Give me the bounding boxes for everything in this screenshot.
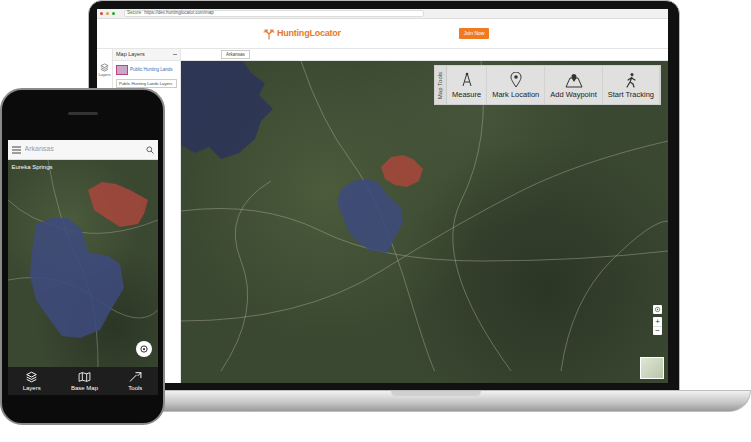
layers-icon bbox=[100, 63, 109, 72]
tab-label: Layers bbox=[23, 385, 41, 391]
browser-bar: Secure https://dev.huntinglocator.com/ma… bbox=[97, 9, 668, 19]
tools-icon bbox=[129, 371, 142, 383]
map-canvas bbox=[8, 160, 158, 367]
app-header: HuntingLocator Join Now bbox=[97, 19, 668, 49]
rail-item[interactable]: Layers bbox=[98, 63, 110, 77]
laptop: Secure https://dev.huntinglocator.com/ma… bbox=[88, 0, 680, 392]
zoom-control: +− bbox=[653, 317, 662, 335]
search-box[interactable]: Arkansas bbox=[221, 50, 250, 59]
map-canvas bbox=[181, 61, 668, 371]
search-value: Arkansas bbox=[226, 52, 245, 57]
dropdown-value: Public Hunting Lands Layers bbox=[119, 81, 172, 86]
phone-search-input[interactable] bbox=[25, 144, 142, 155]
zoom-out-button[interactable]: − bbox=[653, 326, 662, 335]
target-icon bbox=[139, 344, 149, 354]
map-top-strip: Arkansas bbox=[181, 49, 668, 61]
tool-button[interactable]: Add Waypoint bbox=[545, 66, 602, 104]
logo[interactable]: HuntingLocator bbox=[263, 27, 341, 41]
antler-icon bbox=[263, 28, 275, 40]
walker-icon bbox=[623, 72, 639, 88]
panel-header: Map Layers bbox=[113, 49, 180, 61]
address-bar[interactable]: Secure https://dev.huntinglocator.com/ma… bbox=[124, 10, 424, 17]
zoom-in-button[interactable]: + bbox=[653, 317, 662, 326]
map-area[interactable] bbox=[337, 179, 403, 253]
panel-title: Map Layers bbox=[116, 50, 145, 58]
phone-screen: Eureka Springs Layers Base Map Tools bbox=[8, 140, 158, 395]
map-icon bbox=[78, 371, 91, 383]
pin-icon bbox=[510, 72, 522, 88]
hamburger-icon[interactable] bbox=[12, 146, 21, 154]
url: https://dev.huntinglocator.com/map bbox=[144, 11, 213, 16]
target-icon bbox=[654, 306, 661, 313]
logo-text: HuntingLocator bbox=[277, 27, 341, 41]
waypoint-icon bbox=[565, 72, 583, 88]
locate-button[interactable] bbox=[136, 341, 152, 357]
search-icon[interactable] bbox=[146, 146, 154, 154]
rail-label: Layers bbox=[98, 73, 110, 77]
phone-tab[interactable]: Base Map bbox=[71, 371, 98, 391]
map-tools-title: Map Tools bbox=[436, 71, 445, 98]
layer-thumbnail bbox=[116, 65, 128, 75]
locate-button[interactable] bbox=[653, 305, 662, 314]
map-label: Eureka Springs bbox=[12, 163, 53, 172]
phone-tab[interactable]: Layers bbox=[23, 371, 41, 391]
laptop-screen: Secure https://dev.huntinglocator.com/ma… bbox=[97, 9, 668, 383]
phone: Eureka Springs Layers Base Map Tools bbox=[0, 88, 165, 425]
tool-label: Start Tracking bbox=[608, 91, 654, 99]
tool-label: Add Waypoint bbox=[550, 91, 596, 99]
laptop-base bbox=[120, 390, 751, 412]
basemap-thumbnail[interactable] bbox=[640, 357, 664, 379]
secure-label: Secure bbox=[127, 11, 141, 16]
map[interactable]: Map Tools Measure Mark Location Add Waypoi… bbox=[181, 61, 668, 383]
tool-label: Mark Location bbox=[492, 91, 539, 99]
map-area[interactable] bbox=[30, 218, 124, 338]
map-area[interactable] bbox=[88, 182, 148, 227]
map-area[interactable] bbox=[381, 155, 423, 187]
tab-label: Tools bbox=[128, 385, 142, 391]
tool-label: Measure bbox=[452, 91, 481, 99]
layer-dropdown[interactable]: Public Hunting Lands Layers bbox=[116, 79, 177, 88]
tool-button[interactable]: Start Tracking bbox=[603, 66, 660, 104]
tool-button[interactable]: Measure bbox=[447, 66, 487, 104]
tool-button[interactable]: Mark Location bbox=[487, 66, 545, 104]
layer-item[interactable]: Public Hunting Lands bbox=[113, 61, 180, 79]
phone-map[interactable]: Eureka Springs bbox=[8, 160, 158, 367]
phone-tab-bar: Layers Base Map Tools bbox=[8, 367, 158, 395]
join-button[interactable]: Join Now bbox=[459, 28, 490, 40]
layers-icon bbox=[25, 371, 38, 383]
measure-icon bbox=[460, 72, 474, 88]
tab-label: Base Map bbox=[71, 385, 98, 391]
phone-tab[interactable]: Tools bbox=[128, 371, 142, 391]
map-tools-panel: Map Tools Measure Mark Location Add Waypoi… bbox=[434, 65, 661, 105]
phone-search-bar bbox=[8, 140, 158, 160]
map-area[interactable] bbox=[181, 61, 273, 159]
layer-name: Public Hunting Lands bbox=[130, 67, 173, 73]
